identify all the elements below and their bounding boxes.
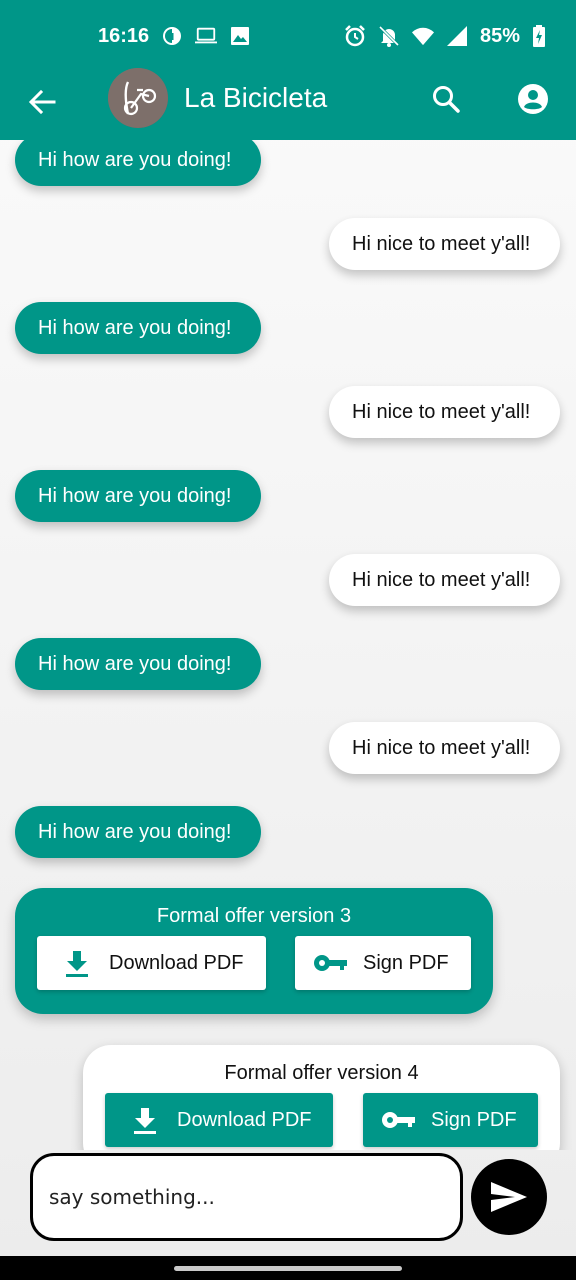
account-icon bbox=[518, 84, 548, 114]
app-bar: La Bicicleta bbox=[0, 68, 576, 140]
download-pdf-button[interactable]: Download PDF bbox=[105, 1093, 333, 1147]
account-button[interactable] bbox=[516, 82, 550, 116]
message-bubble-received: Hi how are you doing! bbox=[15, 806, 261, 858]
signal-icon bbox=[446, 25, 468, 47]
message-bubble-sent: Hi nice to meet y'all! bbox=[329, 722, 560, 774]
message-bubble-received: Hi how are you doing! bbox=[15, 638, 261, 690]
image-icon bbox=[229, 25, 251, 47]
sign-pdf-button[interactable]: Sign PDF bbox=[363, 1093, 538, 1147]
avatar[interactable] bbox=[108, 68, 168, 128]
offer-title: Formal offer version 4 bbox=[224, 1062, 419, 1084]
message-list[interactable]: Hi how are you doing! Hi nice to meet y'… bbox=[0, 140, 576, 1150]
status-bar: 16:16 85% bbox=[0, 0, 576, 72]
offer-title: Formal offer version 3 bbox=[156, 905, 352, 927]
sign-pdf-label: Sign PDF bbox=[363, 951, 449, 974]
download-icon bbox=[59, 948, 95, 978]
wifi-icon bbox=[411, 25, 434, 47]
key-icon bbox=[381, 1105, 417, 1135]
arrow-back-icon bbox=[28, 89, 56, 115]
system-nav-bar bbox=[0, 1256, 576, 1280]
laptop-icon bbox=[195, 25, 218, 47]
back-button[interactable] bbox=[26, 86, 58, 118]
download-icon bbox=[127, 1105, 163, 1135]
message-bubble-sent: Hi nice to meet y'all! bbox=[329, 554, 560, 606]
search-icon bbox=[433, 86, 460, 113]
send-button[interactable] bbox=[471, 1159, 547, 1235]
message-bubble-sent: Hi nice to meet y'all! bbox=[329, 386, 560, 438]
sign-pdf-button[interactable]: Sign PDF bbox=[295, 936, 471, 990]
alarm-icon bbox=[344, 25, 366, 47]
download-pdf-label: Download PDF bbox=[177, 1108, 312, 1131]
battery-percent: 85% bbox=[479, 24, 520, 47]
message-bubble-received: Hi how are you doing! bbox=[15, 470, 261, 522]
message-bubble-sent: Hi nice to meet y'all! bbox=[329, 218, 560, 270]
bicycle-logo-icon bbox=[108, 68, 168, 128]
message-composer bbox=[30, 1153, 463, 1241]
battery-charging-icon bbox=[532, 25, 546, 47]
search-button[interactable] bbox=[430, 83, 462, 115]
key-icon bbox=[313, 948, 349, 978]
send-icon bbox=[491, 1182, 527, 1212]
offer-card-received: Formal offer version 3 Download PDF Sign… bbox=[15, 888, 493, 1014]
data-saver-icon bbox=[161, 25, 183, 47]
download-pdf-button[interactable]: Download PDF bbox=[37, 936, 266, 990]
status-time: 16:16 bbox=[98, 24, 150, 47]
message-input[interactable] bbox=[49, 1185, 460, 1209]
offer-card-sent: Formal offer version 4 Download PDF Sign… bbox=[83, 1045, 560, 1150]
bell-off-icon bbox=[378, 25, 400, 47]
download-pdf-label: Download PDF bbox=[109, 951, 244, 974]
home-gesture-handle[interactable] bbox=[174, 1266, 402, 1271]
message-bubble-received: Hi how are you doing! bbox=[15, 140, 261, 186]
chat-title: La Bicicleta bbox=[184, 82, 328, 113]
sign-pdf-label: Sign PDF bbox=[431, 1108, 517, 1131]
message-bubble-received: Hi how are you doing! bbox=[15, 302, 261, 354]
